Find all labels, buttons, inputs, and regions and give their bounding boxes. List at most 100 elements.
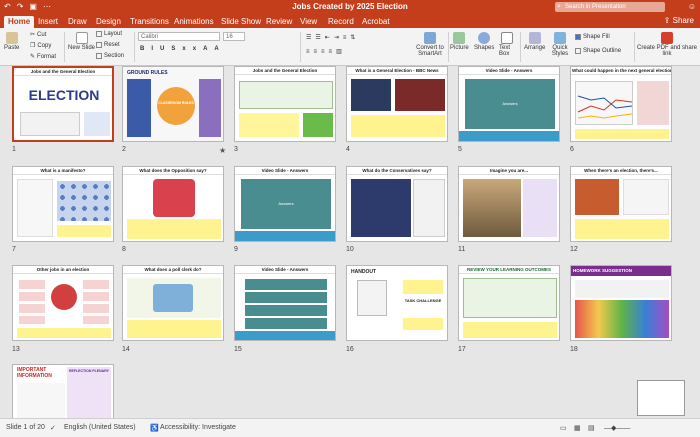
arrange-button[interactable]: Arrange — [524, 32, 545, 51]
strike-icon[interactable]: S — [171, 46, 175, 52]
reset-button[interactable]: Reset — [96, 42, 120, 48]
shape-fill-button[interactable]: Shape Fill — [575, 34, 610, 40]
picture-button[interactable]: Picture — [450, 32, 469, 51]
view-reading-icon[interactable]: ▤ — [588, 424, 595, 432]
slide-thumbnail-6[interactable]: What could happen in the next general el… — [570, 66, 672, 142]
new-slide-button[interactable]: New Slide — [68, 32, 95, 51]
subscript-icon[interactable]: x — [182, 46, 185, 52]
indent-icon[interactable]: ⇤ — [325, 34, 330, 41]
slide-thumbnail-11[interactable]: Imagine you are... — [458, 166, 560, 242]
justify-icon[interactable]: ≡ — [329, 49, 333, 55]
slide-thumbnail-17[interactable]: REVIEW YOUR LEARNING OUTCOMES — [458, 265, 560, 341]
slide-thumbnail-18[interactable]: HOMEWORK SUGGESTION — [570, 265, 672, 341]
tab-review[interactable]: Review — [266, 16, 292, 28]
bullets-icon[interactable]: ☰ — [306, 34, 311, 41]
quick-styles-button[interactable]: Quick Styles — [549, 32, 571, 57]
section-button[interactable]: Section — [96, 53, 124, 59]
bold-icon[interactable]: B — [140, 46, 144, 52]
slide-title: Jobs and the General Election — [14, 68, 112, 76]
zoom-slider[interactable]: —◆—— — [604, 424, 630, 432]
slide-number: 17 — [458, 346, 466, 353]
font-name-select[interactable]: Calibri — [138, 32, 220, 41]
slide-image — [84, 112, 110, 136]
tab-insert[interactable]: Insert — [38, 16, 58, 28]
slide-thumbnail-10[interactable]: What do the Conservatives say? — [346, 166, 448, 242]
slide-thumbnail-5[interactable]: Video Slide - Answers Answers — [458, 66, 560, 142]
align-right-icon[interactable]: ≡ — [321, 49, 325, 55]
text-box-button[interactable]: Text Box — [499, 32, 515, 57]
slide-card-list — [19, 280, 45, 324]
text-direction-icon[interactable]: ⇅ — [350, 34, 355, 41]
shape-outline-label: Shape Outline — [583, 48, 622, 54]
font-size-select[interactable]: 16 — [223, 32, 245, 41]
italic-icon[interactable]: I — [151, 46, 153, 52]
slide-thumbnail-16[interactable]: HANDOUT TASK CHALLENGE — [346, 265, 448, 341]
align-center-icon[interactable]: ≡ — [314, 49, 318, 55]
slide-thumbnail-19[interactable]: IMPORTANT INFORMATION REFLECTION PLENARY — [12, 364, 114, 418]
slide-thumbnail-2[interactable]: GROUND RULES CLASSROOM RULES — [122, 66, 224, 142]
cut-button[interactable]: ✂ Cut — [30, 31, 46, 39]
layout-button[interactable]: Layout — [96, 31, 122, 37]
slide-text-block — [17, 179, 53, 237]
share-button[interactable]: ⇪ Share — [664, 16, 694, 25]
slide-title: What is a General Election - BBC News — [347, 67, 447, 75]
shapes-icon — [478, 32, 491, 44]
spell-icon[interactable]: ✓ — [50, 424, 56, 432]
tab-slide-show[interactable]: Slide Show — [221, 16, 261, 28]
slide-text-block — [351, 115, 445, 137]
new-slide-label: New Slide — [68, 45, 96, 51]
view-sorter-icon[interactable]: ▦ — [574, 424, 581, 432]
slide-footer — [57, 225, 111, 237]
slide-title: What does the Opposition say? — [123, 167, 223, 175]
slide-thumbnail-14[interactable]: What does a poll clerk do? — [122, 265, 224, 341]
tab-animations[interactable]: Animations — [174, 16, 214, 28]
tab-home[interactable]: Home — [4, 16, 35, 28]
align-left-icon[interactable]: ≡ — [306, 49, 310, 55]
slide-thumbnail-7[interactable]: What is a manifesto? — [12, 166, 114, 242]
zoom-thumbnail-preview[interactable] — [637, 380, 685, 416]
format-painter-button[interactable]: ✎ Format — [30, 53, 56, 61]
search-input[interactable]: ⌕ Search in Presentation — [555, 2, 665, 12]
slide-thumbnail-3[interactable]: Jobs and the General Election — [234, 66, 336, 142]
line-spacing-icon[interactable]: ≡ — [343, 35, 347, 41]
convert-smartart-button[interactable]: Convert to SmartArt — [410, 32, 450, 57]
copy-button[interactable]: ❐ Copy — [30, 42, 51, 50]
section-icon — [96, 53, 102, 59]
tab-transitions[interactable]: Transitions — [130, 16, 169, 28]
font-color-icon[interactable]: A — [203, 46, 207, 52]
slide-thumbnail-15[interactable]: Video Slide - Answers — [234, 265, 336, 341]
slide-thumbnail-8[interactable]: What does the Opposition say? — [122, 166, 224, 242]
shape-outline-button[interactable]: Shape Outline — [575, 48, 621, 54]
paste-button[interactable]: Paste — [4, 32, 19, 51]
profile-icon[interactable]: ☺ — [688, 2, 696, 11]
accessibility-status[interactable]: Accessibility: Investigate — [160, 424, 236, 431]
tab-view[interactable]: View — [300, 16, 317, 28]
language-indicator[interactable]: English (United States) — [64, 424, 136, 431]
highlight-icon[interactable]: A — [214, 46, 218, 52]
tab-record[interactable]: Record — [328, 16, 354, 28]
title-bar: ↶ ↷ ▣ ⋯ Jobs Created by 2025 Election ⌕ … — [0, 0, 700, 14]
slide-thumbnail-12[interactable]: When there's an election, there's... — [570, 166, 672, 242]
numbering-icon[interactable]: ☰ — [315, 34, 320, 41]
slide-title: What do the Conservatives say? — [347, 167, 447, 175]
shapes-button[interactable]: Shapes — [474, 32, 494, 51]
outdent-icon[interactable]: ⇥ — [334, 34, 339, 41]
slide-thumbnail-13[interactable]: Other jobs in an election — [12, 265, 114, 341]
slide-title: Other jobs in an election — [13, 266, 113, 274]
columns-icon[interactable]: ▥ — [336, 48, 342, 55]
create-pdf-button[interactable]: Create PDF and share link — [636, 32, 698, 57]
slide-image — [395, 79, 445, 111]
tab-acrobat[interactable]: Acrobat — [362, 16, 390, 28]
divider — [64, 32, 65, 62]
slide-image — [51, 284, 77, 310]
underline-icon[interactable]: U — [160, 46, 164, 52]
tab-design[interactable]: Design — [96, 16, 121, 28]
slide-footer — [575, 219, 669, 239]
view-normal-icon[interactable]: ▭ — [560, 424, 567, 432]
superscript-icon[interactable]: x — [193, 46, 196, 52]
tab-draw[interactable]: Draw — [68, 16, 87, 28]
slide-thumbnail-9[interactable]: Video Slide - Answers Answers — [234, 166, 336, 242]
slide-image-grid — [57, 181, 111, 221]
slide-thumbnail-4[interactable]: What is a General Election - BBC News — [346, 66, 448, 142]
slide-thumbnail-1[interactable]: Jobs and the General Election ELECTION — [12, 66, 114, 142]
